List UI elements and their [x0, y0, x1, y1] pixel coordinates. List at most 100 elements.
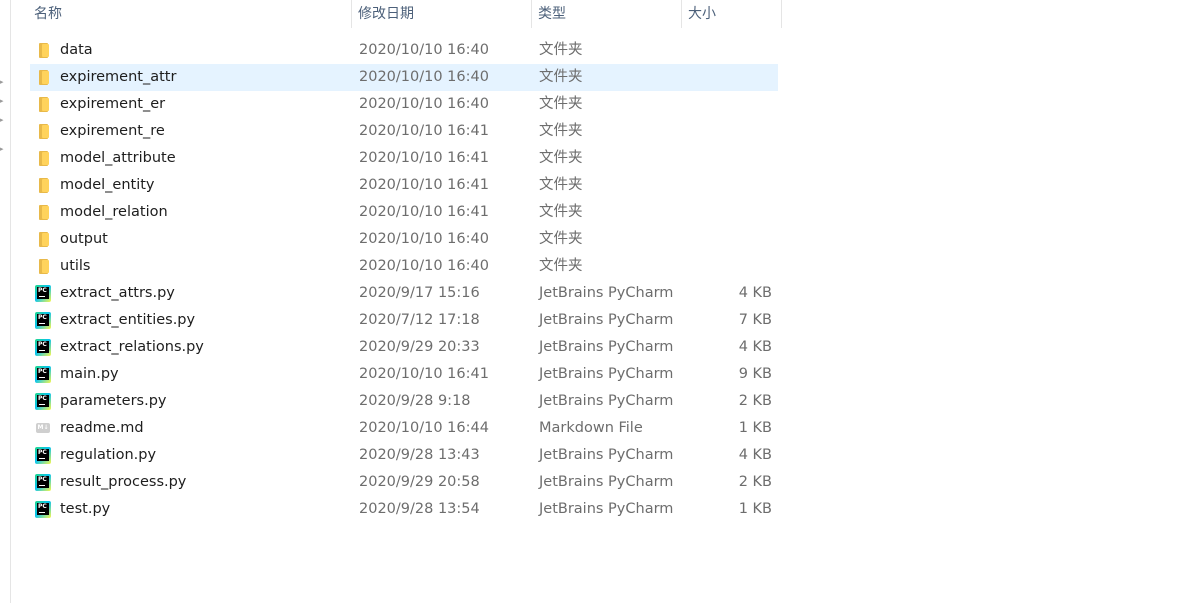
folder-icon [35, 258, 51, 275]
file-date: 2020/7/12 17:18 [359, 312, 480, 328]
file-size [690, 253, 772, 280]
file-type: 文件夹 [539, 69, 583, 85]
file-size [690, 199, 772, 226]
pycharm-icon: PC [35, 285, 51, 302]
file-type: 文件夹 [539, 123, 583, 139]
expand-arrow-icon[interactable]: ▸ [0, 78, 6, 86]
file-row[interactable]: PC extract_relations.py 2020/9/29 20:33 Jet… [30, 334, 778, 361]
file-size [690, 226, 772, 253]
navigation-pane-edge: ▸ ▸ ▸ ▸ [0, 0, 11, 603]
column-header-size[interactable]: 大小 [682, 0, 782, 28]
file-date: 2020/10/10 16:40 [359, 231, 489, 247]
file-type: 文件夹 [539, 204, 583, 220]
expand-arrow-icon[interactable]: ▸ [0, 116, 6, 124]
file-row[interactable]: PC main.py 2020/10/10 16:41 JetBrains PyCha… [30, 361, 778, 388]
file-size: 2 KB [738, 474, 772, 490]
file-size: 4 KB [738, 285, 772, 301]
file-type: JetBrains PyCharm [539, 393, 674, 409]
file-type: JetBrains PyCharm [539, 366, 674, 382]
file-date: 2020/9/28 13:54 [359, 501, 480, 517]
file-row[interactable]: PC result_process.py 2020/9/29 20:58 JetBra… [30, 469, 778, 496]
file-name: extract_relations.py [60, 339, 204, 355]
file-row[interactable]: model_entity 2020/10/10 16:41 文件夹 [30, 172, 778, 199]
file-type: 文件夹 [539, 231, 583, 247]
folder-icon [35, 42, 51, 59]
file-row[interactable]: expirement_er 2020/10/10 16:40 文件夹 [30, 91, 778, 118]
column-header-date[interactable]: 修改日期 [352, 0, 532, 28]
file-name: extract_attrs.py [60, 285, 175, 301]
file-name: model_entity [60, 177, 155, 193]
file-list: data 2020/10/10 16:40 文件夹 expirement_attr 20… [30, 37, 778, 523]
file-type: 文件夹 [539, 150, 583, 166]
file-name: utils [60, 258, 91, 274]
file-date: 2020/9/29 20:58 [359, 474, 480, 490]
file-row[interactable]: PC test.py 2020/9/28 13:54 JetBrains PyChar… [30, 496, 778, 523]
file-type: JetBrains PyCharm [539, 501, 674, 517]
file-date: 2020/10/10 16:41 [359, 150, 489, 166]
folder-icon [35, 123, 51, 140]
file-row[interactable]: model_attribute 2020/10/10 16:41 文件夹 [30, 145, 778, 172]
file-row[interactable]: expirement_attr 2020/10/10 16:40 文件夹 [30, 64, 778, 91]
file-date: 2020/9/17 15:16 [359, 285, 480, 301]
folder-icon [35, 231, 51, 248]
file-size: 9 KB [738, 366, 772, 382]
file-size: 2 KB [738, 393, 772, 409]
file-date: 2020/10/10 16:41 [359, 123, 489, 139]
file-size [690, 37, 772, 64]
column-header-name[interactable]: 名称 [28, 0, 352, 28]
file-type: 文件夹 [539, 258, 583, 274]
file-date: 2020/10/10 16:44 [359, 420, 489, 436]
file-size: 1 KB [738, 501, 772, 517]
file-row[interactable]: PC extract_attrs.py 2020/9/17 15:16 JetBrai… [30, 280, 778, 307]
markdown-icon: M↓ [35, 420, 51, 437]
file-name: expirement_er [60, 96, 166, 112]
file-date: 2020/10/10 16:40 [359, 96, 489, 112]
file-row[interactable]: data 2020/10/10 16:40 文件夹 [30, 37, 778, 64]
file-row[interactable]: expirement_re 2020/10/10 16:41 文件夹 [30, 118, 778, 145]
file-row[interactable]: PC extract_entities.py 2020/7/12 17:18 JetB… [30, 307, 778, 334]
file-type: JetBrains PyCharm [539, 312, 674, 328]
file-name: model_relation [60, 204, 168, 220]
file-size [690, 91, 772, 118]
column-header: 名称 修改日期 类型 大小 [28, 0, 782, 28]
file-size [690, 172, 772, 199]
file-row[interactable]: PC parameters.py 2020/9/28 9:18 JetBrains P… [30, 388, 778, 415]
file-date: 2020/10/10 16:40 [359, 258, 489, 274]
file-name: result_process.py [60, 474, 187, 490]
file-name: extract_entities.py [60, 312, 196, 328]
file-date: 2020/10/10 16:41 [359, 366, 489, 382]
pycharm-icon: PC [35, 393, 51, 410]
file-row[interactable]: M↓ readme.md 2020/10/10 16:44 Markdown File… [30, 415, 778, 442]
file-row[interactable]: PC regulation.py 2020/9/28 13:43 JetBrains … [30, 442, 778, 469]
file-date: 2020/9/28 9:18 [359, 393, 471, 409]
file-size [690, 64, 772, 91]
file-name: regulation.py [60, 447, 157, 463]
expand-arrow-icon[interactable]: ▸ [0, 97, 6, 105]
pycharm-icon: PC [35, 447, 51, 464]
file-name: model_attribute [60, 150, 176, 166]
file-size: 7 KB [738, 312, 772, 328]
file-row[interactable]: model_relation 2020/10/10 16:41 文件夹 [30, 199, 778, 226]
file-date: 2020/10/10 16:40 [359, 69, 489, 85]
file-date: 2020/9/29 20:33 [359, 339, 480, 355]
folder-icon [35, 69, 51, 86]
pycharm-icon: PC [35, 312, 51, 329]
file-name: readme.md [60, 420, 144, 436]
pycharm-icon: PC [35, 474, 51, 491]
file-type: JetBrains PyCharm [539, 285, 674, 301]
file-type: Markdown File [539, 420, 643, 436]
pycharm-icon: PC [35, 366, 51, 383]
file-type: JetBrains PyCharm [539, 474, 674, 490]
expand-arrow-icon[interactable]: ▸ [0, 145, 6, 153]
file-size [690, 145, 772, 172]
file-row[interactable]: utils 2020/10/10 16:40 文件夹 [30, 253, 778, 280]
file-name: parameters.py [60, 393, 167, 409]
file-size [690, 118, 772, 145]
file-name: output [60, 231, 108, 247]
file-name: expirement_re [60, 123, 165, 139]
file-row[interactable]: output 2020/10/10 16:40 文件夹 [30, 226, 778, 253]
column-header-type[interactable]: 类型 [532, 0, 682, 28]
file-size: 4 KB [738, 447, 772, 463]
file-name: data [60, 42, 93, 58]
folder-icon [35, 177, 51, 194]
